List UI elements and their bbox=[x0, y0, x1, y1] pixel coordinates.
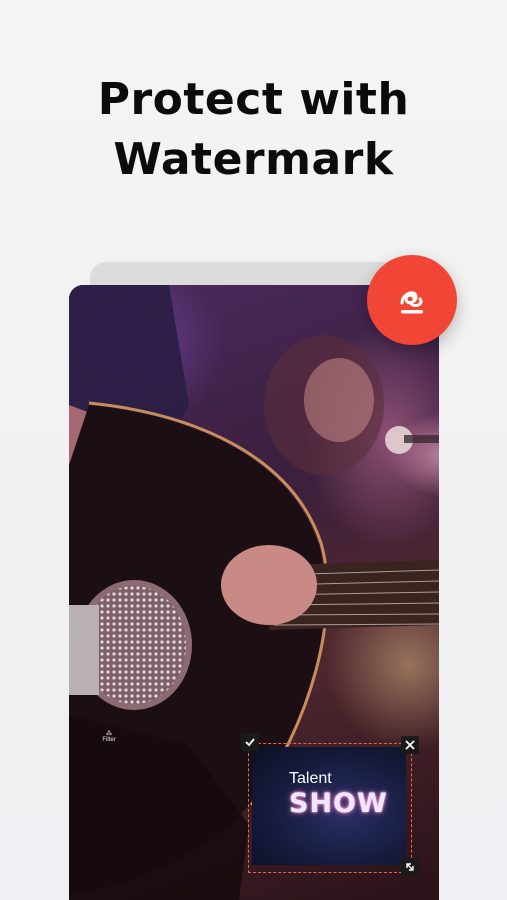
resize-icon bbox=[406, 863, 414, 871]
filter-label: Filter bbox=[102, 737, 116, 743]
watermark-fab-button[interactable] bbox=[367, 255, 457, 345]
watermark-resize-handle[interactable] bbox=[401, 858, 419, 876]
check-icon bbox=[245, 738, 255, 747]
headline-line-2: Watermark bbox=[113, 134, 394, 185]
filter-icon: ⁂ bbox=[106, 731, 112, 737]
filter-control[interactable]: ⁂ Filter bbox=[101, 730, 117, 748]
watermark-confirm-handle[interactable] bbox=[241, 733, 259, 751]
close-icon bbox=[405, 740, 415, 750]
watermark-selection-box[interactable] bbox=[248, 743, 412, 873]
headline-line-1: Protect with bbox=[97, 74, 410, 125]
signature-icon bbox=[400, 291, 423, 314]
watermark-close-handle[interactable] bbox=[401, 736, 419, 754]
headline: Protect with Watermark bbox=[0, 70, 507, 190]
